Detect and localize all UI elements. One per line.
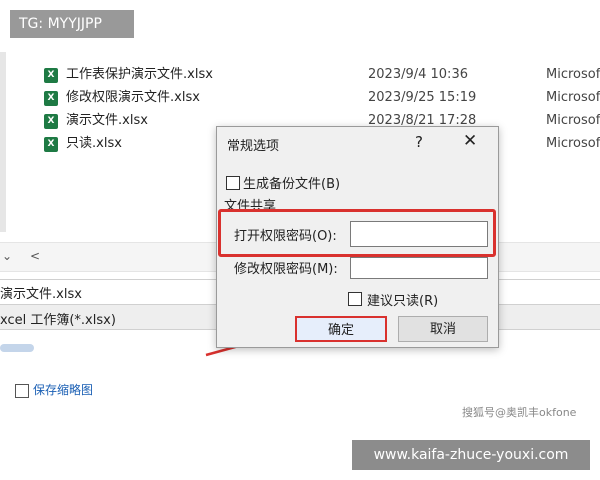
help-icon[interactable]: ?	[415, 133, 423, 151]
backup-checkbox[interactable]	[226, 176, 240, 190]
cancel-button[interactable]: 取消	[398, 316, 488, 342]
readonly-checkbox[interactable]	[348, 292, 362, 306]
modify-password-input[interactable]	[350, 257, 488, 279]
dialog-title: 常规选项	[227, 139, 280, 154]
watermark-top: TG: MYYJJPP	[10, 10, 134, 38]
open-password-input[interactable]	[350, 221, 488, 247]
modify-password-label: 修改权限密码(M):	[234, 262, 338, 277]
close-icon[interactable]: ✕	[463, 131, 477, 151]
general-options-dialog: 常规选项 ? ✕ 生成备份文件(B) 文件共享 打开权限密码(O): 修改权限密…	[216, 126, 499, 348]
ok-button[interactable]: 确定	[295, 316, 387, 342]
readonly-label: 建议只读(R)	[367, 294, 439, 309]
open-password-label: 打开权限密码(O):	[234, 229, 337, 244]
watermark-bottom: www.kaifa-zhuce-youxi.com	[352, 440, 590, 470]
backup-label: 生成备份文件(B)	[243, 177, 341, 192]
